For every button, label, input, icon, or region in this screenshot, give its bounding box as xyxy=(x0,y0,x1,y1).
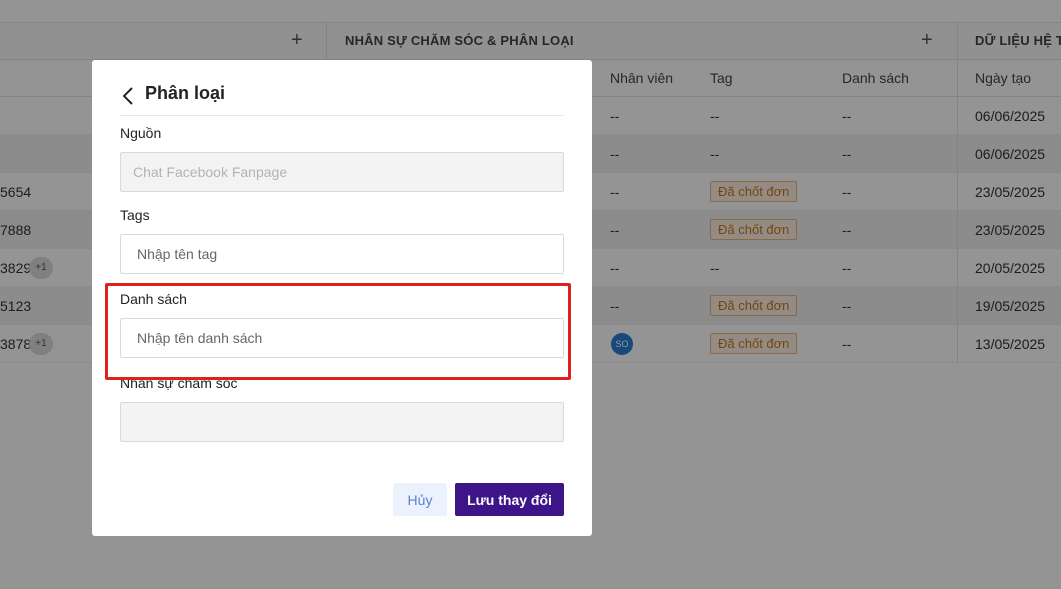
dialog-title: Phân loại xyxy=(145,83,226,103)
tags-input[interactable] xyxy=(120,234,564,274)
highlight-box xyxy=(105,283,571,380)
dialog-header: Phân loại xyxy=(120,82,564,116)
source-label: Nguồn xyxy=(120,125,162,141)
cancel-button[interactable]: Hủy xyxy=(393,483,447,516)
save-button[interactable]: Lưu thay đổi xyxy=(455,483,564,516)
source-field xyxy=(120,152,564,192)
staff-field xyxy=(120,402,564,442)
tags-label: Tags xyxy=(120,207,150,223)
back-arrow-icon[interactable] xyxy=(120,84,138,108)
